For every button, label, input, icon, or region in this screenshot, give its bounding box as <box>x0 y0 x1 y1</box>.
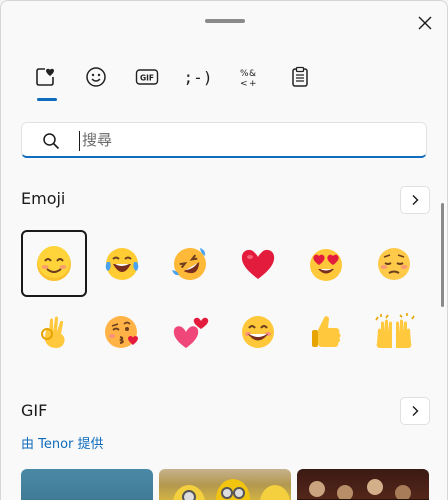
emoji-panel: GIF ;-) % & < + Em <box>0 0 448 500</box>
scrollbar-thumb[interactable] <box>441 203 444 307</box>
crowd-image <box>297 479 429 500</box>
tab-gif[interactable]: GIF <box>127 59 167 95</box>
search-input[interactable] <box>82 123 402 157</box>
emoji-two-hearts[interactable] <box>157 298 223 365</box>
svg-text:%: % <box>240 69 249 79</box>
smiley-icon <box>86 67 106 87</box>
clipboard-icon <box>292 66 308 87</box>
gif-icon: GIF <box>135 69 159 85</box>
chevron-right-icon <box>412 195 419 205</box>
emoji-section-title: Emoji <box>21 189 66 208</box>
symbols-icon: % & < + <box>240 69 257 88</box>
drag-handle[interactable] <box>205 19 245 23</box>
tab-clipboard[interactable] <box>280 59 320 95</box>
search-box[interactable] <box>21 122 427 158</box>
emoji-raising-hands[interactable] <box>361 298 427 365</box>
blowing-kiss-icon <box>105 315 138 348</box>
text-caret <box>79 131 80 151</box>
raising-hands-icon <box>375 312 415 348</box>
emoji-heart-eyes[interactable] <box>293 230 359 297</box>
ok-hand-icon <box>41 316 65 348</box>
kaomoji-icon: ;-) <box>183 67 213 87</box>
svg-text:<: < <box>240 79 248 88</box>
close-icon <box>418 16 432 30</box>
heart-sticker-icon <box>36 68 54 86</box>
emoji-blowing-kiss[interactable] <box>89 298 155 365</box>
pensive-face-icon <box>378 247 410 280</box>
red-heart-icon <box>241 249 275 279</box>
emoji-ok-hand[interactable] <box>21 298 87 365</box>
svg-text:&: & <box>249 69 256 79</box>
active-tab-indicator <box>37 98 57 101</box>
two-hearts-icon <box>173 317 209 348</box>
gif-section-title: GIF <box>21 401 48 420</box>
emoji-pensive-face[interactable] <box>361 230 427 297</box>
minions-image <box>173 479 290 500</box>
emoji-tears-of-joy[interactable] <box>89 230 155 297</box>
tab-faces[interactable] <box>76 59 116 95</box>
thumbs-up-icon <box>312 315 341 347</box>
svg-text:+: + <box>249 79 257 88</box>
emoji-see-all-button[interactable] <box>400 186 430 214</box>
heart-eyes-icon <box>310 248 342 281</box>
tears-of-joy-icon <box>105 247 139 280</box>
close-button[interactable] <box>409 9 441 37</box>
emoji-grinning-face[interactable] <box>225 298 291 365</box>
smiling-face-icon <box>37 245 71 281</box>
gif-thumbnail[interactable] <box>297 469 429 500</box>
tab-kaomoji[interactable]: ;-) <box>178 59 218 95</box>
emoji-rolling-laughing[interactable] <box>157 230 223 297</box>
gif-see-all-button[interactable] <box>400 397 430 425</box>
svg-text:GIF: GIF <box>140 74 154 83</box>
tab-emoji[interactable] <box>25 59 65 101</box>
rolling-laughing-icon <box>172 247 206 280</box>
gif-provider-link[interactable]: 由 Tenor 提供 <box>21 433 104 452</box>
tab-symbols[interactable]: % & < + <box>229 59 269 95</box>
emoji-thumbs-up[interactable] <box>293 298 359 365</box>
emoji-smiling-face[interactable] <box>21 230 87 297</box>
gif-thumbnail[interactable] <box>159 469 291 500</box>
emoji-red-heart[interactable] <box>225 230 291 297</box>
search-icon <box>43 133 60 150</box>
chevron-right-icon <box>412 406 419 416</box>
gif-thumbnail[interactable] <box>21 469 153 500</box>
grinning-face-icon <box>242 315 274 348</box>
